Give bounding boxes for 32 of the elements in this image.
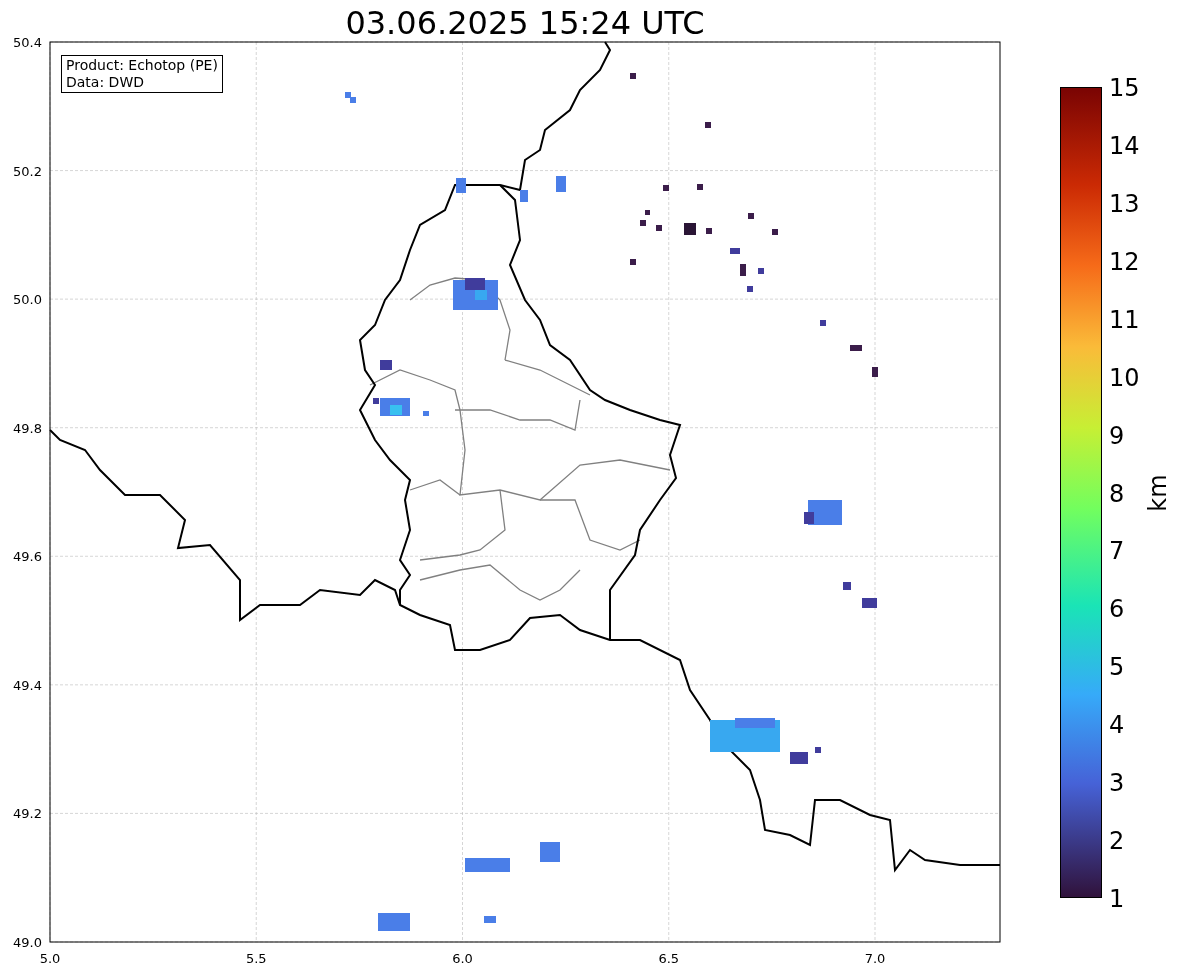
colorbar-label: km — [1144, 474, 1172, 512]
colorbar-tick-label: 7 — [1109, 537, 1125, 566]
legend-text: Product: Echotop (PE) — [66, 57, 218, 74]
y-tick-label: 49.8 — [13, 420, 42, 436]
x-tick-label: 7.0 — [864, 951, 886, 966]
colorbar-tick-label: 6 — [1109, 595, 1125, 624]
colorbar-tick-label: 1 — [1109, 885, 1125, 913]
colorbar-tick-label: 13 — [1109, 189, 1140, 218]
colorbar-tick-label: 9 — [1109, 421, 1125, 450]
y-tick-label: 49.2 — [13, 806, 42, 822]
x-tick-label: 6.0 — [452, 951, 473, 966]
colorbar-tick-label: 4 — [1109, 711, 1125, 740]
colorbar-tick-label: 15 — [1109, 74, 1140, 102]
colorbar-tick-label: 11 — [1109, 305, 1140, 334]
y-tick-label: 49.6 — [13, 549, 42, 565]
colorbar-tick-label: 2 — [1109, 827, 1125, 856]
colorbar-tick-label: 14 — [1109, 131, 1140, 160]
y-tick-label: 50.0 — [13, 292, 42, 308]
y-tick-label: 49.4 — [13, 677, 42, 693]
chart-title: 03.06.2025 15:24 UTC — [344, 3, 706, 43]
x-tick-label: 5.0 — [39, 951, 61, 966]
colorbar-tick-label: 12 — [1109, 247, 1140, 276]
x-tick-label: 6.5 — [658, 951, 680, 966]
colorbar-tick-label: 8 — [1109, 479, 1125, 508]
colorbar-tick-label: 3 — [1109, 769, 1125, 798]
y-tick-label: 49.0 — [13, 935, 42, 950]
colorbar-tick-label: 10 — [1109, 363, 1140, 392]
colorbar-tick-label: 5 — [1109, 653, 1125, 682]
y-tick-label: 50.4 — [13, 35, 42, 50]
x-tick-label: 5.5 — [245, 951, 267, 966]
y-tick-label: 50.2 — [13, 163, 42, 179]
legend-text: Data: DWD — [66, 74, 145, 91]
